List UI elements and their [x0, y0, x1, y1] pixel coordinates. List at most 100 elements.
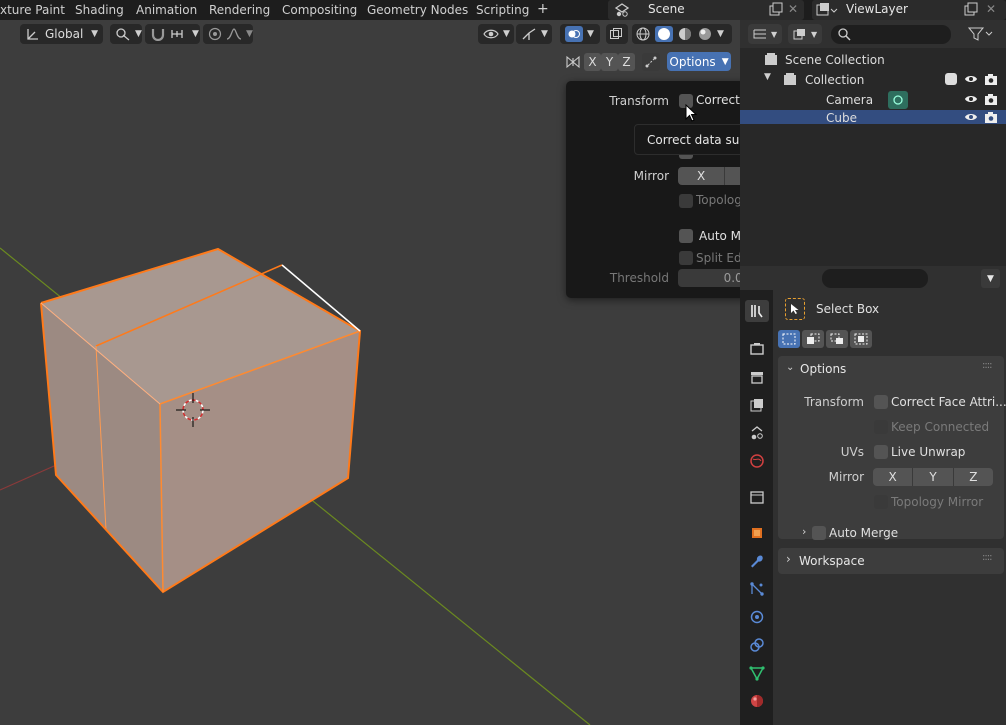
live-unwrap-label[interactable]: Live Unwrap: [891, 445, 965, 459]
proportional-editing-icon[interactable]: [208, 27, 222, 41]
render-camera-icon[interactable]: [984, 110, 998, 124]
auto-merge-label[interactable]: Auto Merge: [829, 526, 898, 540]
snap-increment-icon[interactable]: [170, 27, 188, 41]
mirror-x-button[interactable]: X: [678, 167, 726, 185]
material-tab-icon[interactable]: [746, 690, 768, 712]
view-layer-name[interactable]: ViewLayer: [846, 2, 908, 16]
material-preview-icon[interactable]: [677, 26, 693, 42]
proportional-editing-controls[interactable]: ▼: [203, 24, 253, 44]
collection-exclude-checkbox[interactable]: [945, 73, 957, 85]
scene-tab-icon[interactable]: [746, 422, 768, 444]
tool-tab-icon[interactable]: [745, 300, 769, 322]
overlays-dropdown[interactable]: ▼: [560, 24, 600, 44]
camera-row[interactable]: Camera: [740, 90, 1006, 110]
live-unwrap-checkbox[interactable]: [874, 445, 888, 459]
collection-tab-icon[interactable]: [746, 486, 768, 508]
solid-shading-icon[interactable]: [655, 26, 673, 42]
invert-selection-icon[interactable]: [850, 330, 872, 348]
rendered-shading-icon[interactable]: [697, 26, 713, 42]
tab-animation[interactable]: Animation: [136, 3, 197, 17]
auto-merge-icon[interactable]: [642, 53, 660, 71]
mirror-y-toggle[interactable]: Y: [601, 53, 618, 71]
mesh-data-tab-icon[interactable]: [746, 662, 768, 684]
output-tab-icon[interactable]: [746, 366, 768, 388]
close-scene-icon[interactable]: ✕: [788, 2, 798, 16]
xray-toggle[interactable]: [606, 24, 628, 44]
pivot-point-dropdown[interactable]: ▼: [110, 24, 142, 44]
tab-shading[interactable]: Shading: [75, 3, 124, 17]
scene-selector[interactable]: Scene ✕: [608, 0, 804, 20]
set-new-selection-icon[interactable]: [778, 330, 800, 348]
scene-name[interactable]: Scene: [648, 2, 685, 16]
cube-row[interactable]: Cube: [740, 110, 1006, 124]
tab-compositing[interactable]: Compositing: [282, 3, 357, 17]
keep-connected-label[interactable]: Keep Connected: [891, 420, 989, 434]
visibility-dropdown[interactable]: ▼: [478, 24, 514, 44]
shading-modes[interactable]: ▼: [632, 24, 732, 44]
mirror-x-toggle[interactable]: X: [584, 53, 601, 71]
add-workspace-button[interactable]: +: [537, 1, 549, 17]
drag-handle-icon[interactable]: ::::: [982, 552, 993, 563]
options-dropdown-button[interactable]: Options ▼: [667, 52, 731, 71]
display-mode-dropdown[interactable]: ▼: [748, 24, 782, 44]
gizmo-dropdown[interactable]: ▼: [516, 24, 552, 44]
expand-chevron-icon[interactable]: ▼: [764, 72, 771, 82]
filter-view-dropdown[interactable]: ▼: [788, 24, 822, 44]
mirror-y-button[interactable]: Y: [913, 468, 954, 486]
topology-mirror-checkbox[interactable]: [679, 194, 693, 208]
auto-merge-checkbox[interactable]: [812, 526, 826, 540]
render-tab-icon[interactable]: [746, 338, 768, 360]
physics-tab-icon[interactable]: [746, 606, 768, 628]
tab-scripting[interactable]: Scripting: [476, 3, 529, 17]
world-tab-icon[interactable]: [746, 450, 768, 472]
mirror-z-toggle[interactable]: Z: [618, 53, 635, 71]
render-camera-icon[interactable]: [984, 92, 998, 106]
mirror-z-button[interactable]: Z: [953, 468, 993, 486]
workspace-panel[interactable]: › Workspace ::::: [778, 548, 1004, 574]
snap-controls[interactable]: ▼: [145, 24, 200, 44]
filter-funnel-icon[interactable]: [968, 26, 994, 42]
correct-face-attributes-checkbox[interactable]: [874, 395, 888, 409]
modifier-wrench-icon[interactable]: [746, 550, 768, 572]
subtract-selection-icon[interactable]: [826, 330, 848, 348]
keep-connected-checkbox[interactable]: [874, 420, 888, 434]
overlays-icon[interactable]: [565, 26, 583, 42]
snap-magnet-icon[interactable]: [150, 27, 166, 41]
render-camera-icon[interactable]: [984, 72, 998, 86]
visibility-eye-icon[interactable]: [964, 72, 978, 86]
topology-mirror-checkbox[interactable]: [874, 495, 888, 509]
view-layer-tab-icon[interactable]: [746, 394, 768, 416]
view-layer-selector[interactable]: ViewLayer ✕: [812, 0, 1006, 20]
tab-rendering[interactable]: Rendering: [209, 3, 270, 17]
camera-data-icon[interactable]: [888, 91, 908, 109]
close-view-layer-icon[interactable]: ✕: [986, 2, 996, 16]
copy-view-layer-icon[interactable]: [963, 1, 979, 17]
tab-geometry-nodes[interactable]: Geometry Nodes: [367, 3, 468, 17]
constraints-tab-icon[interactable]: [746, 634, 768, 656]
particles-tab-icon[interactable]: [746, 578, 768, 600]
falloff-curve-icon[interactable]: [226, 27, 242, 41]
mirror-x-button[interactable]: X: [873, 468, 914, 486]
extend-selection-icon[interactable]: [802, 330, 824, 348]
split-edges-faces-checkbox[interactable]: [679, 251, 693, 265]
select-box-tool-icon[interactable]: [785, 298, 805, 320]
options-panel-header[interactable]: ⌄ Options ::::: [778, 356, 1004, 382]
copy-scene-icon[interactable]: [768, 1, 784, 17]
drag-handle-icon[interactable]: ::::: [982, 360, 993, 371]
visibility-eye-icon[interactable]: [964, 110, 978, 124]
chevron-right-icon[interactable]: ›: [802, 525, 806, 538]
properties-search-input[interactable]: [822, 269, 928, 288]
visibility-eye-icon[interactable]: [964, 92, 978, 106]
orientation-dropdown[interactable]: Global ▼: [20, 24, 103, 44]
collection-row[interactable]: ▼ Collection: [740, 70, 1006, 90]
outliner-search-input[interactable]: [831, 25, 951, 44]
correct-face-attributes-label[interactable]: Correct Face Attri...: [891, 395, 1006, 409]
auto-merge-checkbox[interactable]: [679, 229, 693, 243]
object-tab-icon[interactable]: [746, 522, 768, 544]
properties-panel: ▼ Select Box ⌄ Options:::: Transform Co…: [740, 266, 1006, 725]
tab-texture-paint[interactable]: xture Paint: [0, 3, 65, 17]
scene-collection-row[interactable]: Scene Collection: [740, 50, 1006, 70]
topology-mirror-label[interactable]: Topology Mirror: [891, 495, 983, 509]
wireframe-shading-icon[interactable]: [635, 26, 651, 42]
properties-options-dropdown[interactable]: ▼: [981, 269, 1000, 288]
